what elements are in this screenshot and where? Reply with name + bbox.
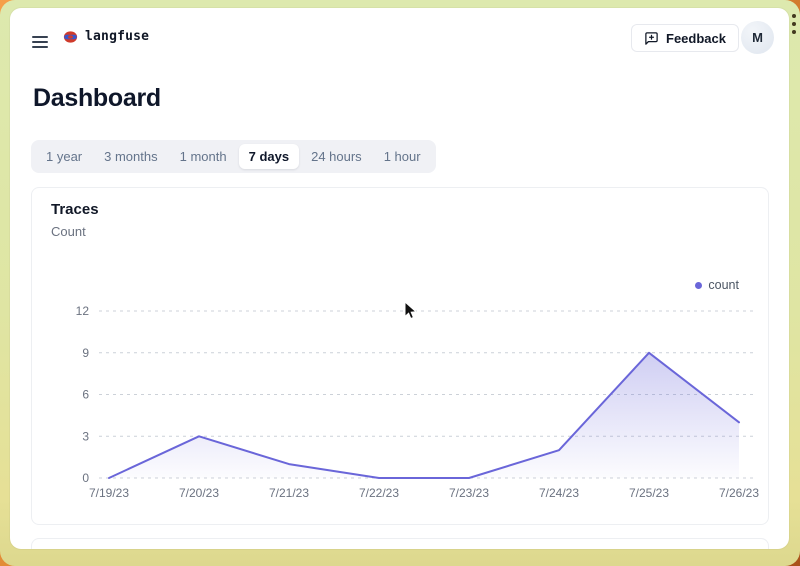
svg-text:3: 3 xyxy=(82,429,89,443)
svg-text:12: 12 xyxy=(76,304,90,318)
svg-text:7/26/23: 7/26/23 xyxy=(719,486,759,500)
svg-text:0: 0 xyxy=(82,471,89,485)
app-window: langfuse Feedback M Dashboard 1 year3 mo… xyxy=(10,8,789,549)
feedback-label: Feedback xyxy=(666,31,726,46)
tab-7-days[interactable]: 7 days xyxy=(239,144,299,169)
tab-1-month[interactable]: 1 month xyxy=(170,144,237,169)
tab-1-year[interactable]: 1 year xyxy=(36,144,92,169)
brand: langfuse xyxy=(63,29,149,44)
message-square-plus-icon xyxy=(644,31,659,46)
tab-24-hours[interactable]: 24 hours xyxy=(301,144,372,169)
feedback-button[interactable]: Feedback xyxy=(631,24,739,52)
legend-dot-icon xyxy=(695,282,702,289)
svg-text:6: 6 xyxy=(82,388,89,402)
hamburger-icon xyxy=(32,36,48,38)
svg-text:7/22/23: 7/22/23 xyxy=(359,486,399,500)
svg-text:7/24/23: 7/24/23 xyxy=(539,486,579,500)
menu-toggle-button[interactable] xyxy=(30,30,58,54)
svg-text:7/23/23: 7/23/23 xyxy=(449,486,489,500)
time-range-tabs: 1 year3 months1 month7 days24 hours1 hou… xyxy=(31,140,436,173)
avatar-initial: M xyxy=(752,30,763,45)
frame-handle-dot xyxy=(792,22,796,26)
traces-area-chart: 0 3 6 9 12 7/19/23 7/20/23 7/21/23 7/22/23 7/23/… xyxy=(32,298,770,510)
frame-handle-dot xyxy=(792,30,796,34)
langfuse-logo-icon xyxy=(63,30,78,44)
chart-legend: count xyxy=(695,278,739,292)
frame-handle-dot xyxy=(792,14,796,18)
tab-1-hour[interactable]: 1 hour xyxy=(374,144,431,169)
svg-text:7/25/23: 7/25/23 xyxy=(629,486,669,500)
user-avatar[interactable]: M xyxy=(741,21,774,54)
card-title: Traces xyxy=(51,201,99,218)
svg-text:7/21/23: 7/21/23 xyxy=(269,486,309,500)
chart-area-fill xyxy=(109,353,739,478)
brand-name: langfuse xyxy=(85,29,149,44)
chart-y-axis-ticks: 0 3 6 9 12 xyxy=(76,304,90,485)
card-subtitle: Count xyxy=(51,224,86,239)
svg-text:7/20/23: 7/20/23 xyxy=(179,486,219,500)
page-title: Dashboard xyxy=(33,84,161,113)
svg-text:9: 9 xyxy=(82,346,89,360)
chart-x-axis-ticks: 7/19/23 7/20/23 7/21/23 7/22/23 7/23/23 7/24/… xyxy=(89,486,759,500)
next-card-partial xyxy=(31,538,769,549)
svg-text:7/19/23: 7/19/23 xyxy=(89,486,129,500)
tab-3-months[interactable]: 3 months xyxy=(94,144,167,169)
legend-label: count xyxy=(708,278,739,292)
traces-card: Traces Count count 0 3 6 9 12 7/19/23 7/20/23… xyxy=(31,187,769,525)
